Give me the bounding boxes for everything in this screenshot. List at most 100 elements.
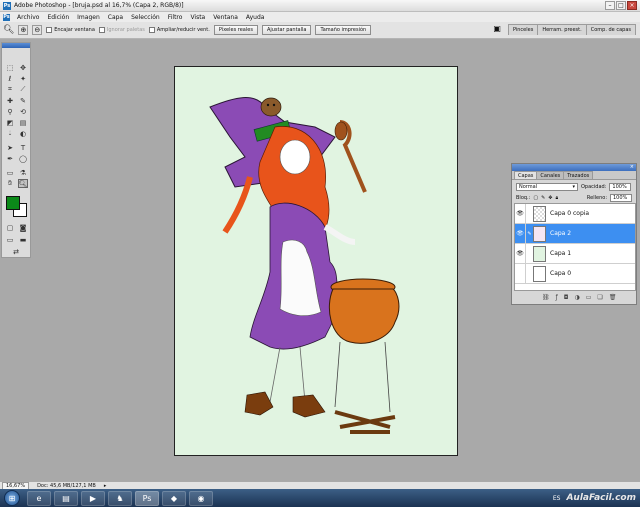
new-layer-icon[interactable]: ❏ <box>597 294 602 301</box>
slice-tool-icon[interactable]: ⟋ <box>18 85 28 94</box>
photoshop-logo-icon: Ps <box>3 13 10 21</box>
layer-row[interactable]: 👁︎ Capa 0 copia <box>515 203 635 224</box>
taskbar: ⊞ e ▤ ▶ ♞ Ps ◆ ◉ ES AulaFacil.com <box>0 489 640 507</box>
chevron-right-icon[interactable]: ▸ <box>104 483 107 489</box>
magic-wand-tool-icon[interactable]: ✦ <box>18 74 28 83</box>
foreground-color-swatch[interactable] <box>6 196 20 210</box>
layer-name: Capa 0 copia <box>550 210 590 217</box>
quick-mask-icon[interactable]: ◙ <box>18 223 28 232</box>
document-canvas[interactable] <box>174 66 458 456</box>
menu-vista[interactable]: Vista <box>186 14 209 21</box>
close-button[interactable]: × <box>627 1 637 10</box>
photoshop-taskbar-icon[interactable]: Ps <box>135 490 159 506</box>
minimize-button[interactable]: – <box>605 1 615 10</box>
folder-icon[interactable]: ▤ <box>54 490 78 506</box>
type-tool-icon[interactable]: T <box>18 143 28 152</box>
lock-transparency-icon[interactable]: ▢ <box>533 195 538 201</box>
brush-tool-icon[interactable]: ✎ <box>18 96 28 105</box>
tab-capas[interactable]: Capas <box>514 171 538 179</box>
menu-edicion[interactable]: Edición <box>43 14 73 21</box>
blur-tool-icon[interactable]: 💧︎ <box>5 129 15 138</box>
tab-canales[interactable]: Canales <box>536 171 565 179</box>
zoom-in-icon[interactable]: ⊕ <box>18 25 29 35</box>
zoom-tool-icon[interactable]: 🔍︎ <box>18 179 28 188</box>
layer-row[interactable]: 👁︎ Capa 1 <box>515 243 635 264</box>
zoom-tool-icon[interactable]: 🔍︎ <box>3 25 14 35</box>
blend-mode-select[interactable]: Normal ▾ <box>516 182 578 191</box>
hand-tool-icon[interactable]: ✋︎ <box>5 179 15 188</box>
ignorar-paletas-checkbox[interactable]: Ignorar paletas <box>98 27 145 33</box>
full-screen-icon[interactable]: ▬ <box>18 235 28 244</box>
title-bar: Ps Adobe Photoshop - [bruja.psd al 16,7%… <box>0 0 640 12</box>
windows-start-button[interactable]: ⊞ <box>4 490 20 506</box>
menu-ventana[interactable]: Ventana <box>209 14 242 21</box>
toolbox-header[interactable] <box>2 43 30 48</box>
lock-paint-icon[interactable]: ✎ <box>541 195 545 201</box>
fill-input[interactable]: 100% <box>610 193 632 202</box>
folder-icon[interactable]: ▭ <box>586 294 592 301</box>
crop-tool-icon[interactable]: ⌗ <box>5 85 15 94</box>
opacity-label: Opacidad: <box>581 183 607 190</box>
eraser-tool-icon[interactable]: ◩ <box>5 118 15 127</box>
pen-tool-icon[interactable]: ✒ <box>5 154 15 163</box>
clone-stamp-icon[interactable]: ⚲ <box>5 107 15 116</box>
menu-capa[interactable]: Capa <box>104 14 127 21</box>
move-tool-icon[interactable]: ✥ <box>18 63 28 72</box>
panel-well-tab-comp[interactable]: Comp. de capas <box>585 24 636 35</box>
tamano-impresion-button[interactable]: Tamaño impresión <box>315 25 372 35</box>
ajustar-pantalla-button[interactable]: Ajustar pantalla <box>261 25 312 35</box>
media-player-icon[interactable]: ▶ <box>81 490 105 506</box>
shape-tool-icon[interactable]: ◯ <box>18 154 28 163</box>
healing-brush-icon[interactable]: ✚ <box>5 96 15 105</box>
language-indicator[interactable]: ES <box>553 495 561 502</box>
menu-filtro[interactable]: Filtro <box>164 14 187 21</box>
eye-icon[interactable]: 👁︎ <box>515 223 526 244</box>
lock-all-icon[interactable]: 🔒︎ <box>555 195 558 201</box>
layers-panel-header[interactable]: × <box>512 164 636 171</box>
zoom-out-icon[interactable]: ⊖ <box>32 25 43 35</box>
close-icon[interactable]: × <box>630 164 634 170</box>
fx-icon[interactable]: ƒ <box>556 294 558 301</box>
link-icon[interactable]: ⛓ <box>542 294 550 301</box>
opacity-input[interactable]: 100% <box>609 182 632 191</box>
panel-well-tab-herram[interactable]: Herram. preest. <box>537 24 587 35</box>
hidden-eye-slot[interactable] <box>515 263 526 284</box>
panel-well-tab-pinceles[interactable]: Pinceles <box>507 24 539 35</box>
adjustment-icon[interactable]: ◑ <box>575 294 580 301</box>
pixeles-reales-button[interactable]: Píxeles reales <box>213 25 258 35</box>
lasso-tool-icon[interactable]: ℓ <box>5 74 15 83</box>
game-icon[interactable]: ♞ <box>108 490 132 506</box>
encajar-ventana-checkbox[interactable]: Encajar ventana <box>46 27 95 33</box>
chrome-icon[interactable]: ◉ <box>189 490 213 506</box>
path-selection-icon[interactable]: ➤ <box>5 143 15 152</box>
eyedropper-tool-icon[interactable]: ⚗ <box>18 168 28 177</box>
maximize-button[interactable]: □ <box>616 1 626 10</box>
internet-explorer-icon[interactable]: e <box>27 490 51 506</box>
menu-archivo[interactable]: Archivo <box>13 14 43 21</box>
watermark: AulaFacil.com <box>566 493 636 503</box>
layer-row[interactable]: Capa 0 <box>515 263 635 284</box>
ampliar-reducir-checkbox[interactable]: Ampliar/reducir vent. <box>148 27 210 33</box>
mask-icon[interactable]: ◘ <box>564 294 569 301</box>
screen-mode-icon[interactable]: ▭ <box>5 235 15 244</box>
menu-ayuda[interactable]: Ayuda <box>242 14 269 21</box>
imageready-icon[interactable]: ⇄ <box>11 247 21 256</box>
eye-icon[interactable]: 👁︎ <box>515 203 526 224</box>
standard-mode-icon[interactable]: ▢ <box>5 223 15 232</box>
gradient-tool-icon[interactable]: ▤ <box>18 118 28 127</box>
notes-tool-icon[interactable]: ▭ <box>5 168 15 177</box>
menu-imagen[interactable]: Imagen <box>73 14 104 21</box>
brush-icon: ✎ <box>527 230 532 237</box>
layer-row[interactable]: 👁︎ ✎ Capa 2 <box>515 223 635 244</box>
history-brush-icon[interactable]: ⟲ <box>18 107 28 116</box>
file-browser-icon[interactable]: ▣ <box>493 24 501 35</box>
lock-move-icon[interactable]: ✥ <box>548 195 552 201</box>
eye-icon[interactable]: 👁︎ <box>515 243 526 264</box>
app-icon[interactable]: ◆ <box>162 490 186 506</box>
layer-thumbnail <box>533 205 546 222</box>
dodge-tool-icon[interactable]: ◐ <box>18 129 28 138</box>
tab-trazados[interactable]: Trazados <box>563 171 594 179</box>
menu-seleccion[interactable]: Selección <box>127 14 164 21</box>
trash-icon[interactable]: 🗑︎ <box>609 294 617 301</box>
marquee-tool-icon[interactable]: ⬚ <box>5 63 15 72</box>
